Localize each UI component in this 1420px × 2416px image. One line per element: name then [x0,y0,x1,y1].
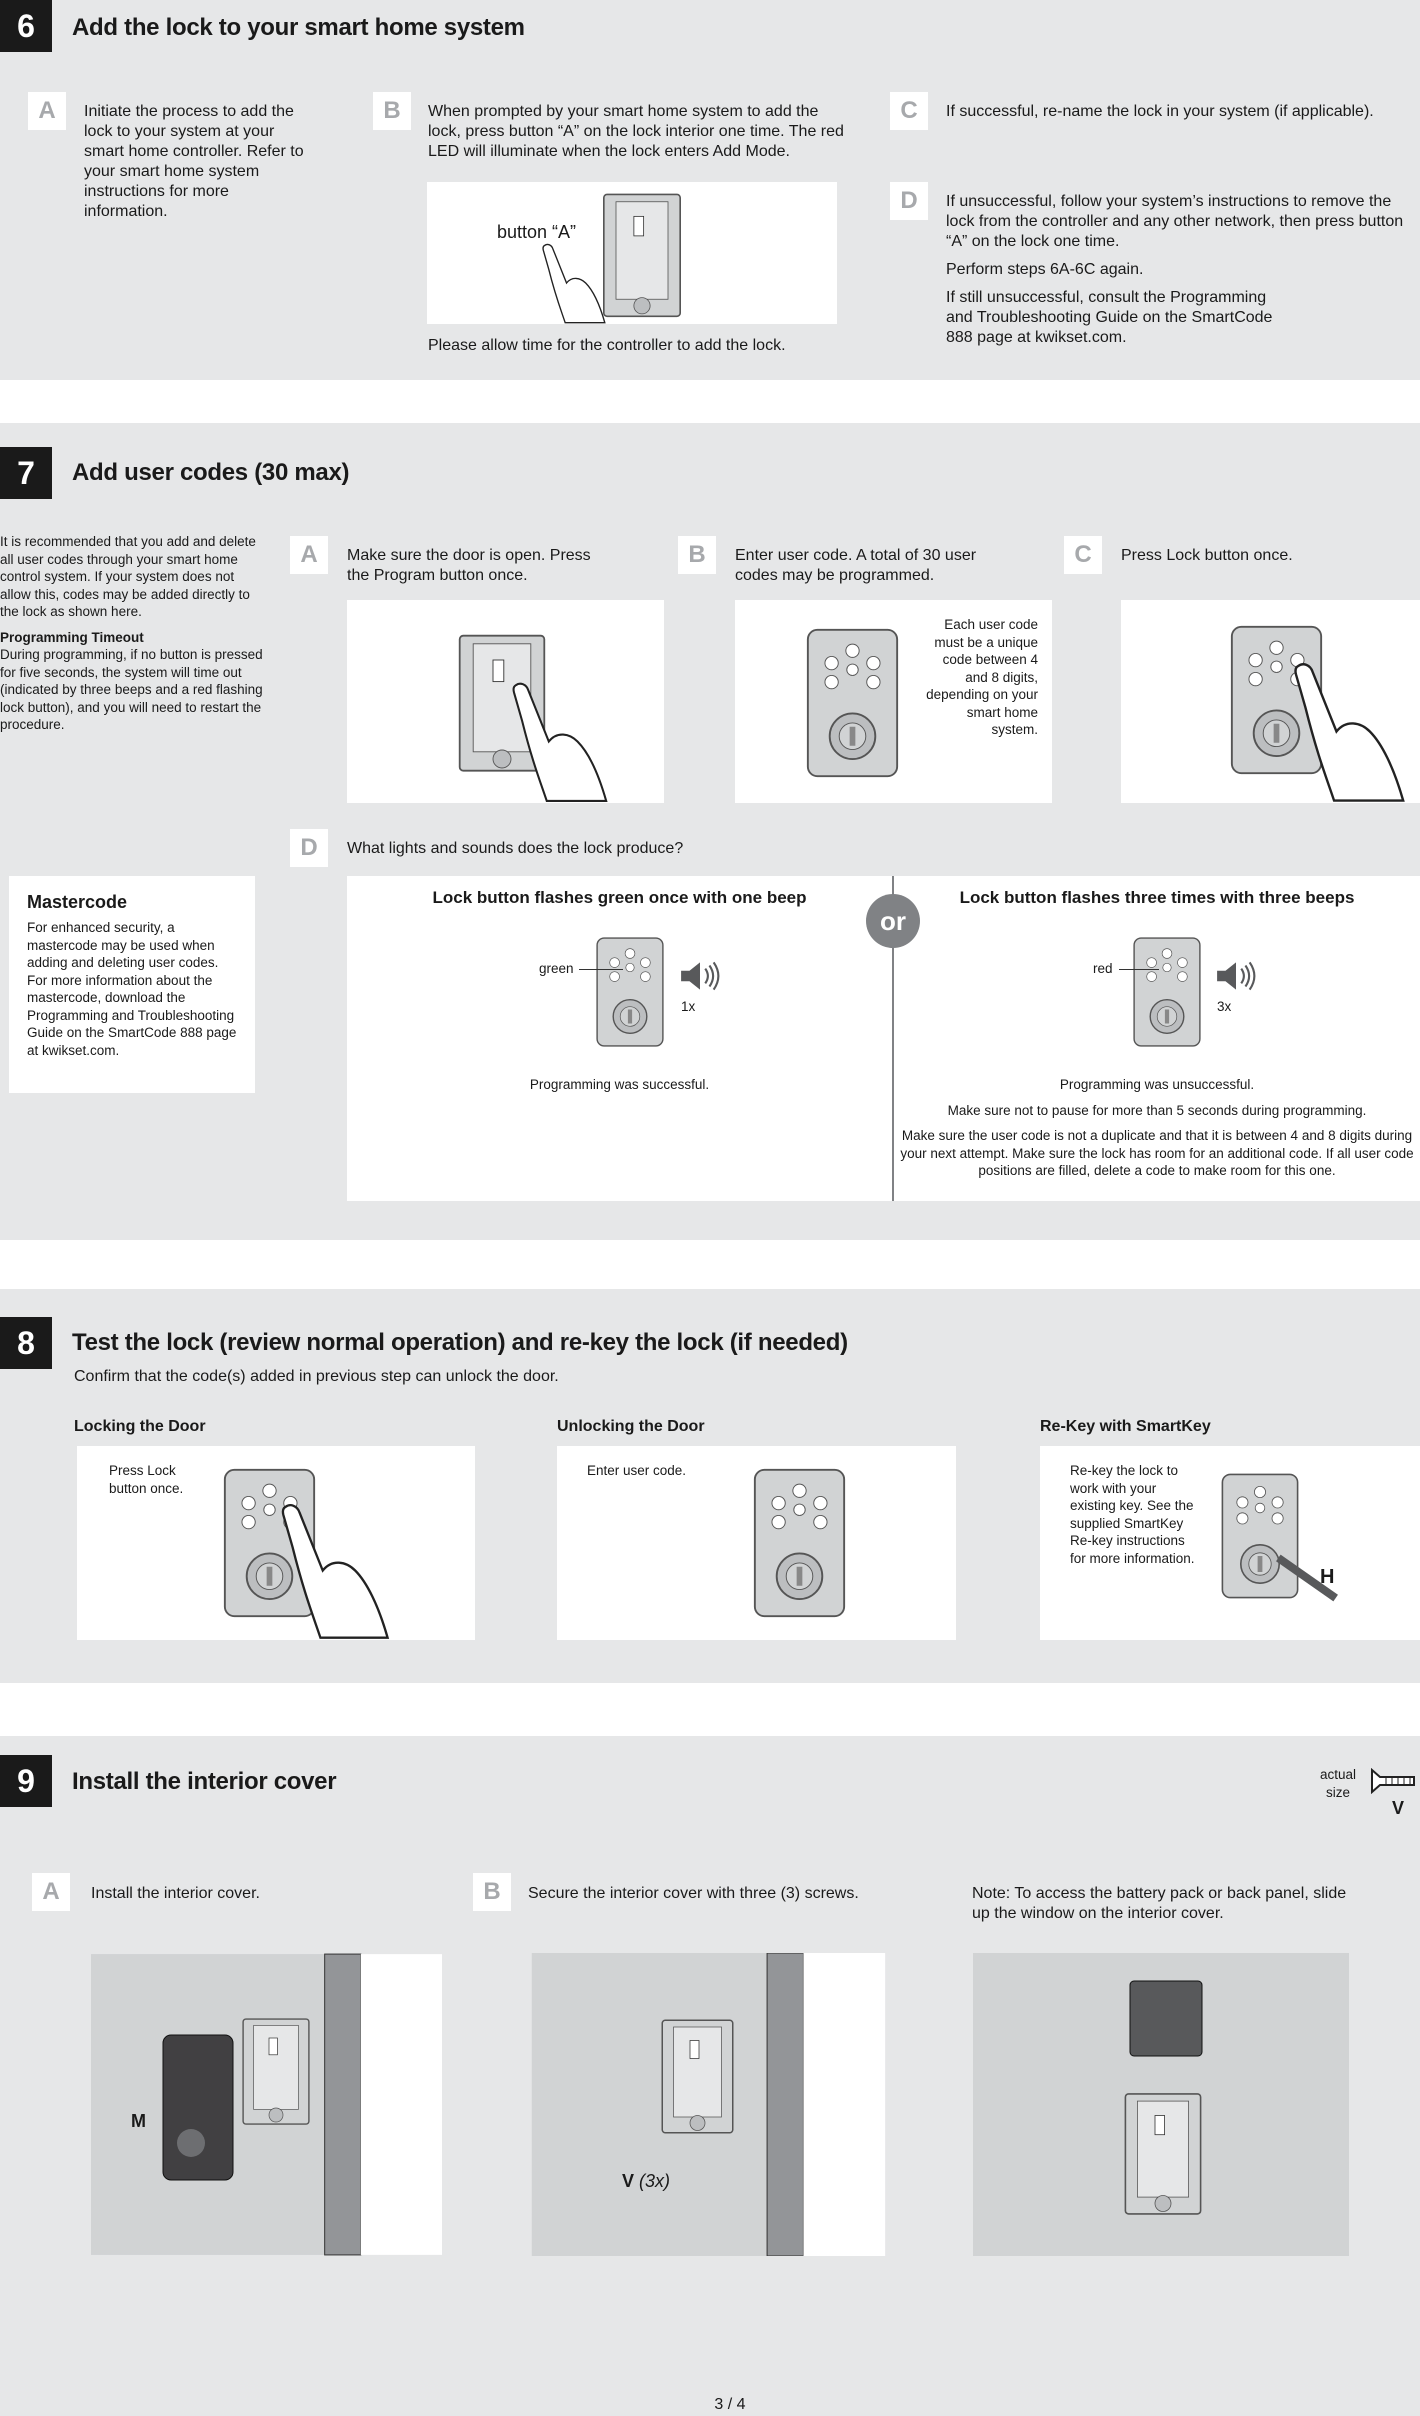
leader-line [579,969,623,970]
step-letter-b: B [678,536,716,574]
step-a-text: Initiate the process to add the lock to … [84,103,304,220]
locking-title: Locking the Door [74,1418,206,1435]
screw-callout-label: V [622,2171,635,2191]
step-letter-b: B [373,92,411,130]
step-letter-d: D [890,182,928,220]
screw-quantity: (3x) [639,2171,671,2191]
unlocking-text: Enter user code. [587,1463,687,1478]
battery-window-illustration [973,1953,1349,2256]
section-title: Add the lock to your smart home system [72,14,525,41]
step-number: 7 [0,447,52,499]
speaker-icon [1215,960,1257,992]
failure-result: Programming was unsuccessful. Make sure … [894,1076,1420,1188]
section-6: 6 Add the lock to your smart home system… [0,0,1420,380]
section-title: Test the lock (review normal operation) … [72,1329,848,1356]
step-c-text: If successful, re-name the lock in your … [946,103,1374,120]
step-letter-a: A [290,536,328,574]
leader-line [1119,969,1159,970]
failure-heading: Lock button flashes three times with thr… [959,888,1355,907]
intro-text: Confirm that the code(s) added in previo… [74,1368,559,1385]
intro-text: It is recommended that you add and delet… [0,533,268,734]
enter-code-illustration: Each user code must be a unique code bet… [735,600,1052,803]
step-b-text: When prompted by your smart home system … [428,103,844,160]
step-d-p1: If unsuccessful, follow your system’s in… [946,193,1404,250]
button-a-callout: button “A” [497,222,577,242]
install-cover-illustration: M [91,1953,442,2256]
red-label: red [1093,961,1113,976]
failure-line-2: Make sure not to pause for more than 5 s… [947,1102,1367,1118]
screw-icon [1371,1768,1415,1794]
intro-paragraph: It is recommended that you add and delet… [0,534,256,619]
step-letter-d: D [290,829,328,867]
rekey-text: Re-key the lock to work with your existi… [1070,1463,1195,1566]
battery-note: Note: To access the battery pack or back… [972,1885,1347,1922]
beep-count: 1x [681,999,696,1014]
mastercode-text: For enhanced security, a mastercode may … [27,920,237,1058]
unlocking-illustration: Enter user code. [557,1446,956,1640]
mastercode-box: Mastercode For enhanced security, a mast… [9,876,255,1093]
success-result: Programming was successful. [529,1077,710,1092]
page-number: 3 / 4 [714,2396,746,2413]
speaker-icon [679,960,721,992]
lock-feedback-panel: or Lock button flashes green once with o… [347,876,1420,1201]
section-9: 9 Install the interior cover actual size… [0,1736,1420,2416]
press-lock-illustration [1121,600,1420,803]
mastercode-title: Mastercode [27,892,128,912]
step-letter-a: A [32,1873,70,1911]
step-number: 9 [0,1755,52,1807]
section-title: Add user codes (30 max) [72,459,350,486]
step-b-text: Enter user code. A total of 30 user code… [735,547,977,584]
cover-label: M [131,2111,146,2131]
step-d-p2: Perform steps 6A-6C again. [946,261,1144,278]
failure-line-1: Programming was unsuccessful. [1059,1077,1255,1092]
program-button-illustration [347,600,664,803]
beep-count: 3x [1217,999,1232,1014]
rekey-label: H [1320,1566,1335,1588]
locking-text: Press Lock button once. [109,1463,184,1496]
lock-interior-illustration: button “A” [427,182,837,324]
actual-size-label: actual size [1319,1767,1357,1800]
step-letter-c: C [890,92,928,130]
step-letter-b: B [473,1873,511,1911]
unlocking-title: Unlocking the Door [557,1418,705,1435]
secure-screws-illustration: V (3x) [530,1953,887,2256]
step-letter-a: A [28,92,66,130]
step-a-text: Make sure the door is open. Press the Pr… [347,547,591,584]
green-label: green [539,961,574,976]
screw-label: V [1392,1798,1405,1818]
section-8: 8 Test the lock (review normal operation… [0,1289,1420,1683]
step-number: 8 [0,1317,52,1369]
step-b-text: Secure the interior cover with three (3)… [528,1885,859,1902]
rekey-illustration: Re-key the lock to work with your existi… [1040,1446,1420,1640]
failure-line-3: Make sure the user code is not a duplica… [900,1128,1414,1178]
step-a-text: Install the interior cover. [91,1885,260,1902]
code-note: Each user code must be a unique code bet… [926,617,1038,737]
timeout-text: During programming, if no button is pres… [0,647,263,732]
step-d-p3: If still unsuccessful, consult the Progr… [946,289,1273,346]
step-letter-c: C [1064,536,1102,574]
step-b-caption: Please allow time for the controller to … [428,337,786,354]
locking-illustration: Press Lock button once. [77,1446,475,1640]
timeout-title: Programming Timeout [0,629,144,645]
screw-callout: V (3x) [622,2171,670,2192]
step-d-text: If unsuccessful, follow your system’s in… [946,192,1408,356]
section-7: 7 Add user codes (30 max) It is recommen… [0,423,1420,1240]
section-title: Install the interior cover [72,1768,337,1795]
success-heading: Lock button flashes green once with one … [432,888,807,907]
step-d-text: What lights and sounds does the lock pro… [347,840,684,857]
step-number: 6 [0,0,52,52]
rekey-title: Re-Key with SmartKey [1040,1418,1211,1435]
step-c-text: Press Lock button once. [1121,547,1293,564]
